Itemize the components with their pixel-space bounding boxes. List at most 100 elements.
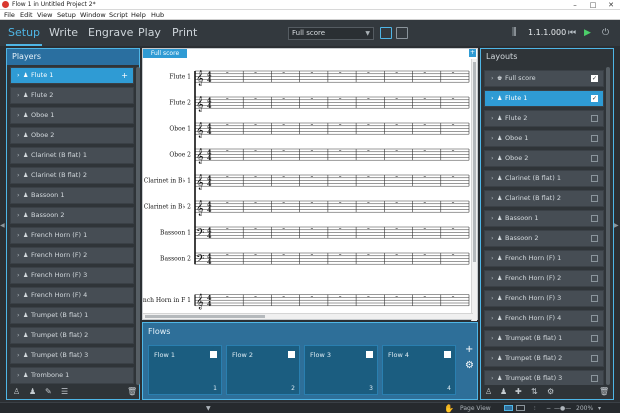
zoom-slider[interactable]: —●— [554, 403, 571, 413]
layouts-scrollbar[interactable] [606, 67, 610, 385]
layout-checkbox[interactable] [591, 155, 598, 162]
player-row[interactable]: › ♟ Clarinet (B flat) 2 [10, 167, 134, 184]
flow-card[interactable]: Flow 2 2 [226, 345, 300, 395]
layout-checkbox[interactable] [591, 215, 598, 222]
flow-card[interactable]: Flow 1 1 [148, 345, 222, 395]
player-row[interactable]: › ♟ French Horn (F) 1 [10, 227, 134, 244]
hand-tool-icon[interactable]: ✋ [444, 403, 454, 413]
layout-checkbox[interactable] [591, 275, 598, 282]
add-custom-layout-icon[interactable]: ✚ [515, 387, 522, 397]
tab-engrave[interactable]: Engrave [84, 23, 137, 43]
layout-checkbox[interactable] [591, 115, 598, 122]
tab-setup[interactable]: Setup [4, 23, 44, 46]
delete-player-icon[interactable]: 🗑 [127, 387, 137, 397]
flow-card[interactable]: Flow 4 4 [382, 345, 456, 395]
layout-row[interactable]: › ♟ Flute 2 [484, 110, 604, 127]
layout-row[interactable]: › ♟ French Horn (F) 2 [484, 270, 604, 287]
score-horizontal-scrollbar[interactable] [143, 313, 473, 319]
player-row[interactable]: › ♟ Trumpet (B flat) 1 [10, 307, 134, 324]
layout-row[interactable]: › ♚ Full score [484, 70, 604, 87]
tab-print[interactable]: Print [168, 23, 201, 43]
rewind-icon[interactable]: ⏮ [568, 26, 576, 40]
layout-checkbox[interactable] [591, 255, 598, 262]
layout-checkbox[interactable] [591, 355, 598, 362]
add-solo-player-icon[interactable]: ♙ [13, 387, 20, 397]
add-part-layout-icon[interactable]: ♟ [500, 387, 507, 397]
layout-options-status-icon[interactable]: ⫶ [534, 403, 536, 413]
add-section-player-icon[interactable]: ✎ [45, 387, 52, 397]
menu-help[interactable]: Help [131, 10, 146, 20]
player-row[interactable]: › ♟ Oboe 2 [10, 127, 134, 144]
layout-checkbox[interactable] [591, 175, 598, 182]
menu-view[interactable]: View [37, 10, 52, 20]
left-panel-toggle-icon[interactable]: ◀ [0, 222, 5, 229]
maximize-button[interactable]: □ [584, 0, 602, 10]
score-vertical-scrollbar[interactable] [471, 59, 477, 321]
layout-checkbox[interactable] [591, 91, 598, 106]
layout-row[interactable]: › ♟ Oboe 2 [484, 150, 604, 167]
add-instrument-icon[interactable]: + [121, 68, 128, 83]
layout-selector[interactable]: Full score ▼ [288, 27, 374, 40]
layout-checkbox[interactable] [591, 71, 598, 86]
layout-checkbox[interactable] [591, 315, 598, 322]
flow-checkbox[interactable] [366, 346, 373, 358]
layout-checkbox[interactable] [591, 335, 598, 342]
minimize-button[interactable]: – [566, 0, 584, 10]
player-row[interactable]: › ♟ Trumpet (B flat) 2 [10, 327, 134, 344]
layout-checkbox[interactable] [591, 135, 598, 142]
layout-options-icon[interactable]: ⚙ [547, 387, 554, 397]
player-row[interactable]: › ♟ Bassoon 2 [10, 207, 134, 224]
menu-edit[interactable]: Edit [20, 10, 33, 20]
add-ensemble-icon[interactable]: ♟ [29, 387, 36, 397]
layout-row[interactable]: › ♟ French Horn (F) 4 [484, 310, 604, 327]
add-flow-icon[interactable]: + [465, 345, 473, 355]
layout-row[interactable]: › ♟ Flute 1 [484, 90, 604, 107]
player-row[interactable]: › ♟ Flute 2 [10, 87, 134, 104]
flow-checkbox[interactable] [444, 346, 451, 358]
spread-view-icon[interactable] [516, 405, 525, 411]
flow-checkbox[interactable] [210, 346, 217, 358]
view-mode-select[interactable]: Page View [460, 403, 491, 413]
layout-checkbox[interactable] [591, 235, 598, 242]
tab-write[interactable]: Write [45, 23, 82, 43]
zoom-dropdown-icon[interactable]: ▾ [598, 403, 601, 413]
layout-checkbox[interactable] [591, 195, 598, 202]
menu-hub[interactable]: Hub [151, 10, 164, 20]
flow-settings-icon[interactable]: ⚙ [465, 361, 474, 371]
player-row[interactable]: › ♟ Clarinet (B flat) 1 [10, 147, 134, 164]
mixer-icon[interactable]: ⫼ [512, 26, 517, 40]
score-view[interactable]: Full score + Flute 1 𝄞 4 4 𝄻 𝄻 𝄻 𝄻 𝄻 𝄻 𝄻 𝄻 𝄻 Flute 2 𝄞… [142, 48, 478, 321]
page-view-icon[interactable] [396, 27, 408, 39]
layout-row[interactable]: › ♟ French Horn (F) 3 [484, 290, 604, 307]
play-icon[interactable]: ▶ [584, 26, 591, 40]
player-row[interactable]: › ♟ Trombone 1 [10, 367, 134, 384]
layout-row[interactable]: › ♟ Oboe 1 [484, 130, 604, 147]
player-row[interactable]: › ♟ Oboe 1 [10, 107, 134, 124]
tab-play[interactable]: Play [134, 23, 165, 43]
layout-row[interactable]: › ♟ Clarinet (B flat) 1 [484, 170, 604, 187]
menu-file[interactable]: File [4, 10, 15, 20]
player-row[interactable]: › ♟ Bassoon 1 [10, 187, 134, 204]
player-row[interactable]: › ♟ Trumpet (B flat) 3 [10, 347, 134, 364]
player-row[interactable]: › ♟ Flute 1 + [10, 67, 134, 84]
layout-row[interactable]: › ♟ Bassoon 2 [484, 230, 604, 247]
galley-view-icon[interactable] [380, 27, 392, 39]
player-row[interactable]: › ♟ French Horn (F) 2 [10, 247, 134, 264]
menu-script[interactable]: Script [109, 10, 128, 20]
flow-checkbox[interactable] [288, 346, 295, 358]
player-row[interactable]: › ♟ French Horn (F) 3 [10, 267, 134, 284]
right-panel-toggle-icon[interactable]: ▶ [614, 222, 619, 229]
players-scrollbar[interactable] [136, 67, 140, 385]
zoom-out-icon[interactable]: − [546, 403, 551, 413]
player-groups-icon[interactable]: ☰ [61, 387, 68, 397]
flow-card[interactable]: Flow 3 3 [304, 345, 378, 395]
delete-layout-icon[interactable]: 🗑 [599, 387, 609, 397]
layout-row[interactable]: › ♟ Bassoon 1 [484, 210, 604, 227]
layout-row[interactable]: › ♟ Trumpet (B flat) 2 [484, 350, 604, 367]
page-arrangement-icon[interactable] [504, 405, 513, 411]
layout-checkbox[interactable] [591, 295, 598, 302]
record-icon[interactable]: ⏻ [602, 26, 609, 40]
add-tab-button[interactable]: + [469, 49, 476, 57]
score-tab[interactable]: Full score [143, 49, 187, 58]
menu-setup[interactable]: Setup [57, 10, 76, 20]
